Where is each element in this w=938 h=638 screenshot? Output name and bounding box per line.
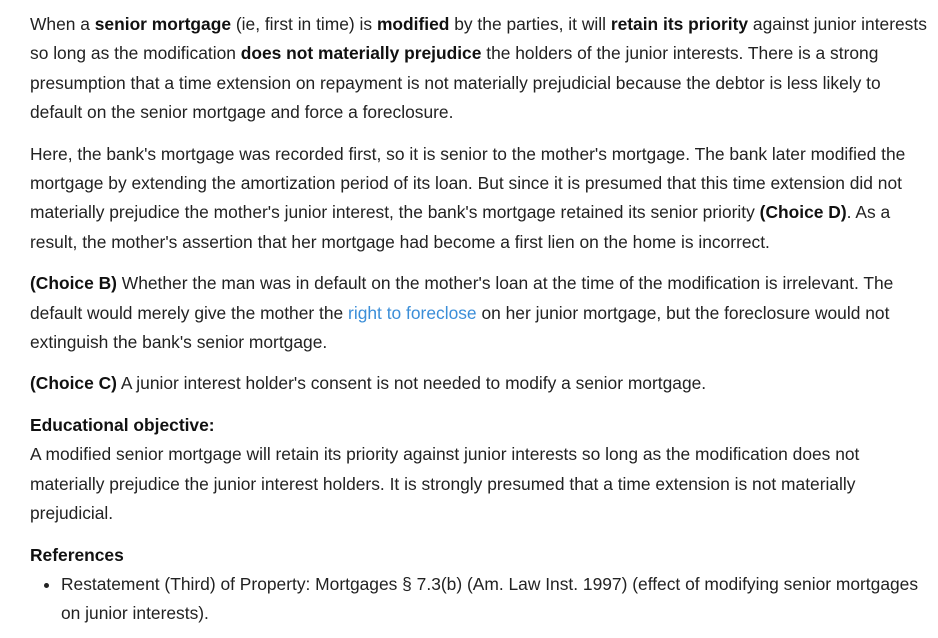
paragraph-application: Here, the bank's mortgage was recorded f…	[30, 140, 932, 258]
text-span: (ie, first in time) is	[231, 14, 377, 34]
paragraph-choice-b: (Choice B) Whether the man was in defaul…	[30, 269, 932, 357]
bold-choice-c: (Choice C)	[30, 373, 117, 394]
text-span: by the parties, it will	[449, 14, 611, 34]
text-span: When a	[30, 14, 95, 34]
paragraph-choice-c: (Choice C) A junior interest holder's co…	[30, 369, 932, 398]
educational-objective-heading: Educational objective:	[30, 414, 215, 435]
explanation-content: When a senior mortgage (ie, first in tim…	[30, 10, 932, 629]
bold-retain-priority: retain its priority	[610, 14, 749, 34]
educational-objective-text: A modified senior mortgage will retain i…	[30, 444, 860, 524]
references-list: Restatement (Third) of Property: Mortgag…	[30, 570, 932, 629]
references-heading: References	[30, 544, 124, 565]
reference-item: Restatement (Third) of Property: Mortgag…	[61, 570, 932, 629]
bold-choice-b: (Choice B)	[30, 273, 117, 294]
bold-not-prejudice: does not materially prejudice	[240, 43, 482, 64]
text-span: A junior interest holder's consent is no…	[116, 373, 707, 394]
paragraph-rule: When a senior mortgage (ie, first in tim…	[30, 10, 932, 128]
right-to-foreclose-link[interactable]: right to foreclose	[348, 303, 477, 323]
bold-choice-d: (Choice D)	[759, 202, 847, 223]
bold-modified: modified	[376, 14, 450, 34]
bold-senior-mortgage: senior mortgage	[94, 14, 232, 34]
